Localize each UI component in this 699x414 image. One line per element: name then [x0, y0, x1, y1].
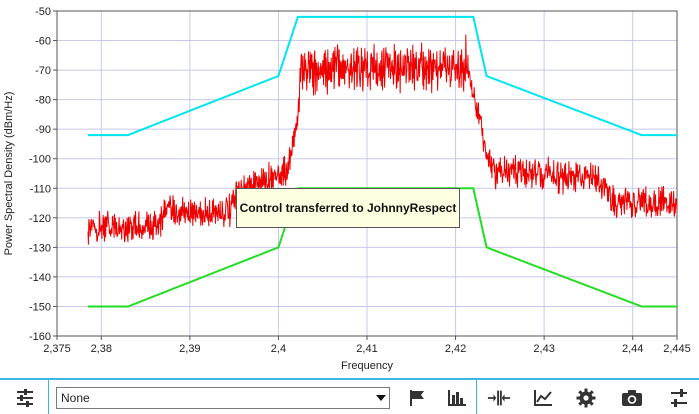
- y-tick-label: -100: [29, 154, 51, 166]
- line-chart-icon[interactable]: [531, 386, 555, 410]
- tooltip-message: Control transferred to JohnnyRespect: [236, 188, 460, 228]
- toolbar-separator: [476, 380, 477, 414]
- y-tick-label: -70: [35, 65, 51, 77]
- gear-icon[interactable]: [574, 386, 598, 410]
- y-tick-label: -140: [29, 272, 51, 284]
- y-tick-label: -160: [29, 331, 51, 343]
- series-layer: [87, 15, 678, 308]
- bottom-toolbar: None: [0, 378, 699, 414]
- x-axis-title: Frequency: [341, 360, 393, 372]
- sliders-icon[interactable]: [667, 386, 691, 410]
- x-tick-label: 2,42: [445, 343, 466, 355]
- y-tick-label: -50: [35, 6, 51, 18]
- x-tick-label: 2,43: [533, 343, 554, 355]
- y-tick-label: -60: [35, 36, 51, 48]
- x-tick-label: 2,41: [356, 343, 377, 355]
- x-tick-label: 2,44: [622, 343, 643, 355]
- y-tick-label: -110: [30, 183, 51, 195]
- y-tick-label: -80: [35, 95, 51, 107]
- chevron-down-icon[interactable]: [373, 388, 389, 408]
- x-tick-label: 2,375: [43, 343, 71, 355]
- flag-icon[interactable]: [405, 386, 429, 410]
- trace-select-dropdown[interactable]: None: [56, 387, 390, 409]
- y-axis-ticks: -50 -60 -70 -80 -90 -100 -110 -120 -130 -140 -150 -…: [29, 6, 57, 343]
- y-tick-label: -120: [29, 213, 51, 225]
- x-tick-label: 2,38: [91, 343, 112, 355]
- tooltip-text: Control transferred to JohnnyRespect: [239, 201, 457, 215]
- toolbar-separator: [48, 380, 49, 414]
- x-tick-label: 2,4: [271, 343, 286, 355]
- camera-icon[interactable]: [620, 386, 644, 410]
- y-tick-label: -150: [29, 301, 51, 313]
- marker-settings-icon[interactable]: [13, 386, 37, 410]
- zoom-fit-icon[interactable]: [487, 386, 511, 410]
- bar-chart-icon[interactable]: [445, 386, 469, 410]
- dropdown-value: None: [61, 391, 90, 405]
- x-tick-label: 2,445: [663, 343, 691, 355]
- x-tick-label: 2,39: [179, 343, 200, 355]
- y-tick-label: -90: [35, 124, 51, 136]
- y-axis-title: Power Spectral Density (dBm/Hz): [3, 92, 15, 256]
- x-axis-ticks: 2,375 2,38 2,39 2,4 2,41 2,42 2,43 2,44 2,445: [43, 336, 691, 355]
- y-tick-label: -130: [29, 242, 51, 254]
